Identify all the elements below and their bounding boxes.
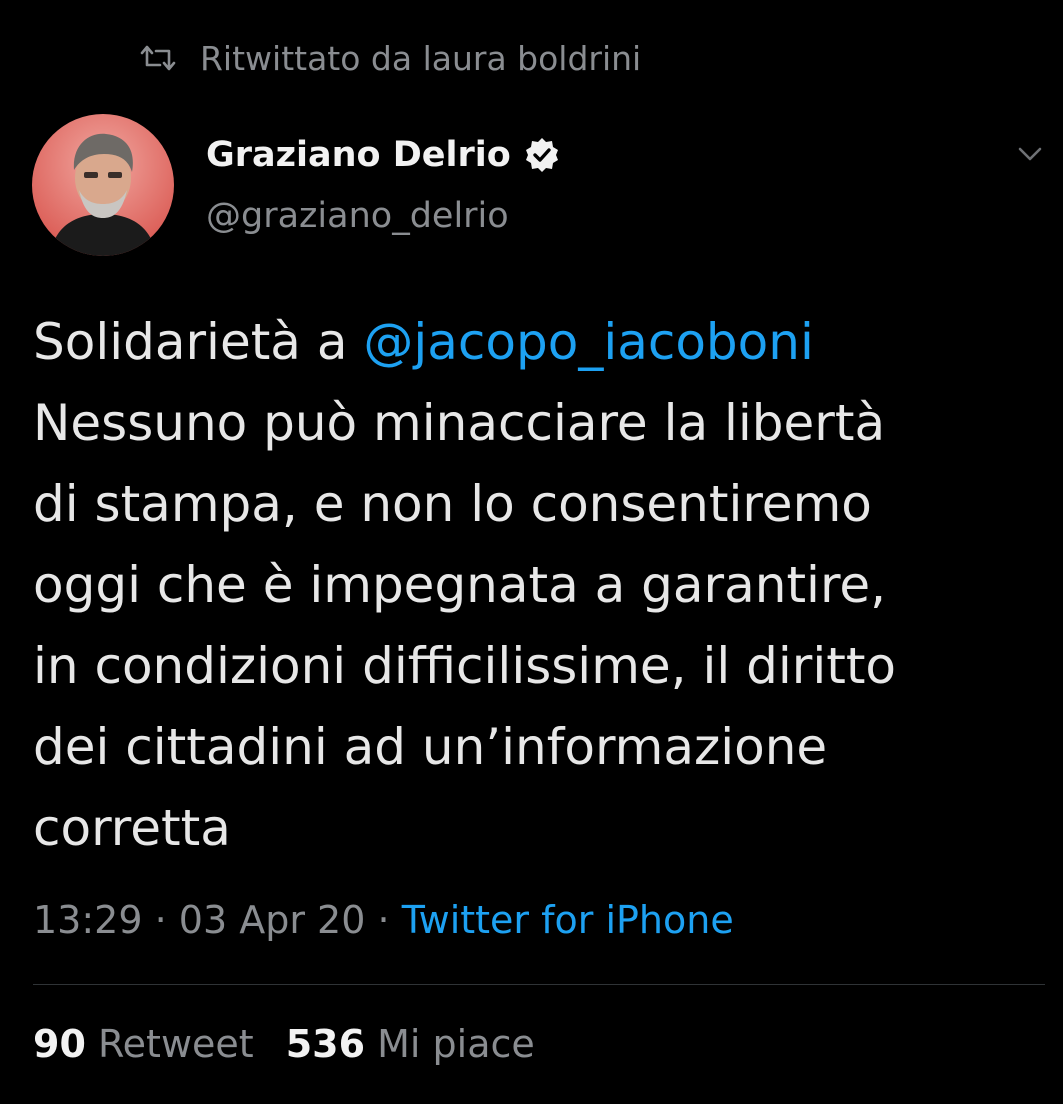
retweet-banner[interactable]: Ritwittato da laura boldrini [138,36,641,80]
tweet-stats: 90 Retweet 536 Mi piace [33,1022,535,1066]
tweet-line: oggi che è impegnata a garantire, [33,556,887,614]
tweet-menu-button[interactable] [1014,140,1046,168]
meta-separator: · [154,898,167,942]
tweet-text-segment: Solidarietà a [33,313,364,371]
tweet-line: dei cittadini ad un’informazione [33,718,828,776]
retweet-icon [138,43,178,73]
likes-label: Mi piace [377,1022,535,1066]
author-name[interactable]: Graziano Delrio [206,135,511,175]
tweet-line: Nessuno può minacciare la libertà [33,394,886,452]
author-handle[interactable]: @graziano_delrio [206,196,509,236]
meta-separator: · [377,898,390,942]
tweet-source-link[interactable]: Twitter for iPhone [402,898,734,942]
tweet-date[interactable]: 03 Apr 20 [179,898,366,942]
likes-stat[interactable]: 536 Mi piace [286,1022,535,1066]
retweets-stat[interactable]: 90 Retweet [33,1022,254,1066]
tweet-time[interactable]: 13:29 [33,898,143,942]
verified-badge-icon [523,136,561,174]
tweet-line: di stampa, e non lo consentiremo [33,475,872,533]
retweets-label: Retweet [97,1022,254,1066]
retweets-count: 90 [33,1022,86,1066]
chevron-down-icon [1018,147,1042,161]
tweet-line: in condizioni difficilissime, il diritto [33,637,897,695]
author-name-row[interactable]: Graziano Delrio [206,130,561,180]
tweet-meta: 13:29 · 03 Apr 20 · Twitter for iPhone [33,898,734,942]
avatar[interactable] [32,114,174,256]
tweet-line: Solidarietà a @jacopo_iacoboni [33,302,1053,383]
mention-link[interactable]: @jacopo_iacoboni [363,313,813,371]
likes-count: 536 [285,1022,366,1066]
retweeted-by-label: Ritwittato da laura boldrini [200,38,642,78]
divider [33,984,1045,985]
tweet-text: Solidarietà a @jacopo_iacoboni Nessuno p… [33,302,1053,869]
tweet-line: corretta [33,799,231,857]
